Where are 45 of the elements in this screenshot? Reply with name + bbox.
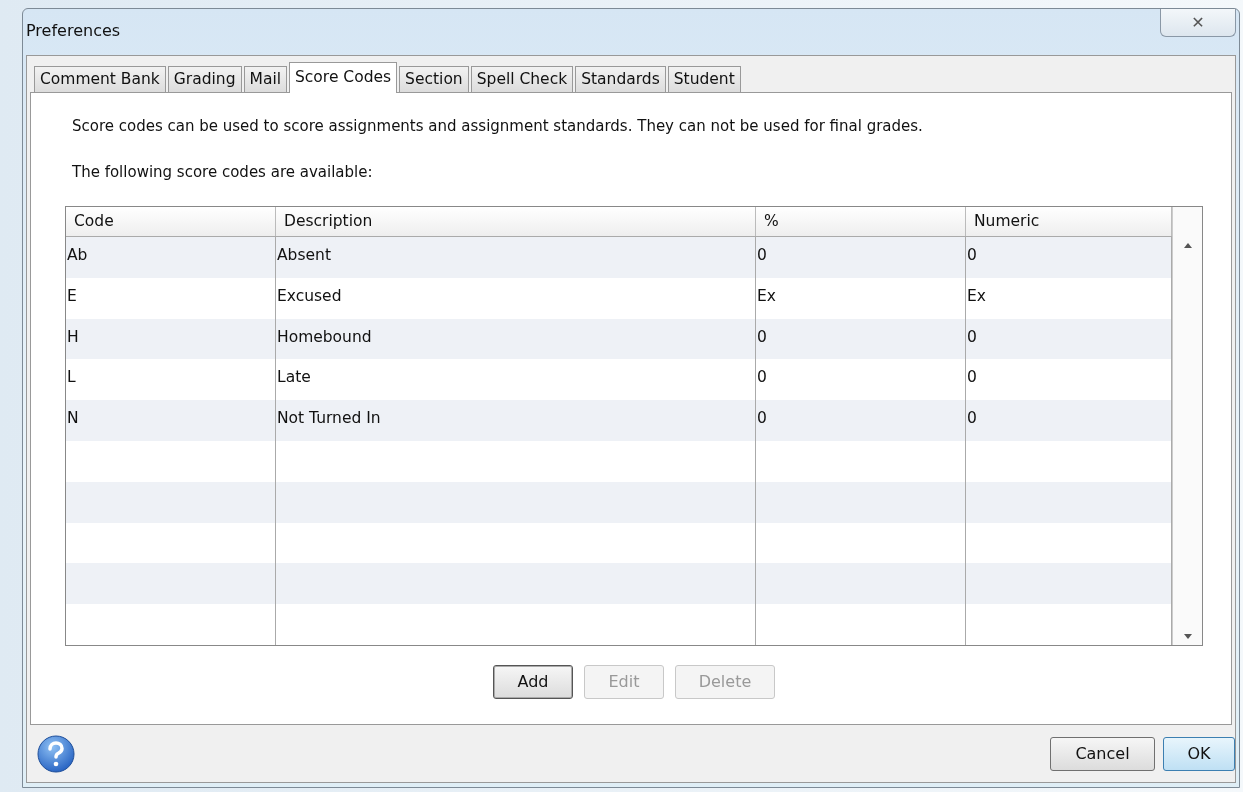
help-icon[interactable] [37, 735, 75, 773]
table-cell: Ex [967, 286, 986, 305]
table-row[interactable]: H Homebound 0 0 [66, 318, 1172, 360]
table-cell: 0 [757, 327, 767, 346]
dialog-button[interactable]: Cancel [1050, 737, 1155, 771]
list-label: The following score codes are available: [72, 161, 374, 183]
description-text: Score codes can be used to score assignments and assignment standards. They can not be used for final grades. [72, 116, 924, 137]
table-cell: E [67, 286, 77, 305]
table-cell: Late [277, 368, 311, 387]
table-row[interactable]: N Not Turned In 0 0 [66, 400, 1172, 441]
window-title: Preferences [26, 20, 121, 42]
table-cell: L [67, 368, 76, 387]
table-cell: 0 [967, 246, 977, 264]
scroll-up-icon[interactable] [1183, 243, 1192, 248]
tab[interactable]: Mail [243, 66, 287, 92]
column-header[interactable]: Description [276, 207, 756, 237]
tab[interactable]: Comment Bank [34, 66, 166, 92]
table-cell: 0 [757, 409, 767, 428]
tab[interactable]: Section [399, 66, 469, 92]
close-button[interactable]: ✕ [1160, 9, 1236, 37]
table-cell: N [67, 409, 79, 428]
table-cell: 0 [967, 327, 977, 346]
action-button[interactable]: Add [493, 665, 573, 699]
tab[interactable]: Score Codes [289, 62, 398, 93]
table-cell: Excused [277, 286, 342, 305]
table-cell: 0 [967, 368, 977, 387]
table-cell: 0 [757, 368, 767, 387]
column-header[interactable]: Code [66, 207, 276, 237]
tab[interactable]: Spell Check [470, 66, 574, 92]
tab[interactable]: Student [667, 66, 741, 92]
table-cell: Absent [277, 246, 331, 264]
column-header[interactable]: % [756, 207, 966, 237]
table-row[interactable]: Ab Absent 0 0 [66, 237, 1172, 278]
tab[interactable]: Standards [575, 66, 666, 92]
table-cell: Homebound [277, 327, 372, 346]
scrollbar[interactable] [1172, 207, 1202, 645]
table-cell: Not Turned In [277, 409, 381, 428]
table-cell: Ab [67, 246, 88, 264]
table-cell: H [67, 327, 79, 346]
table-cell: 0 [967, 409, 977, 428]
table-cell: 0 [757, 246, 767, 264]
tab[interactable]: Grading [167, 66, 242, 92]
table-cell: Ex [757, 286, 776, 305]
dialog-button[interactable]: OK [1163, 737, 1235, 771]
scroll-down-icon[interactable] [1183, 634, 1192, 639]
